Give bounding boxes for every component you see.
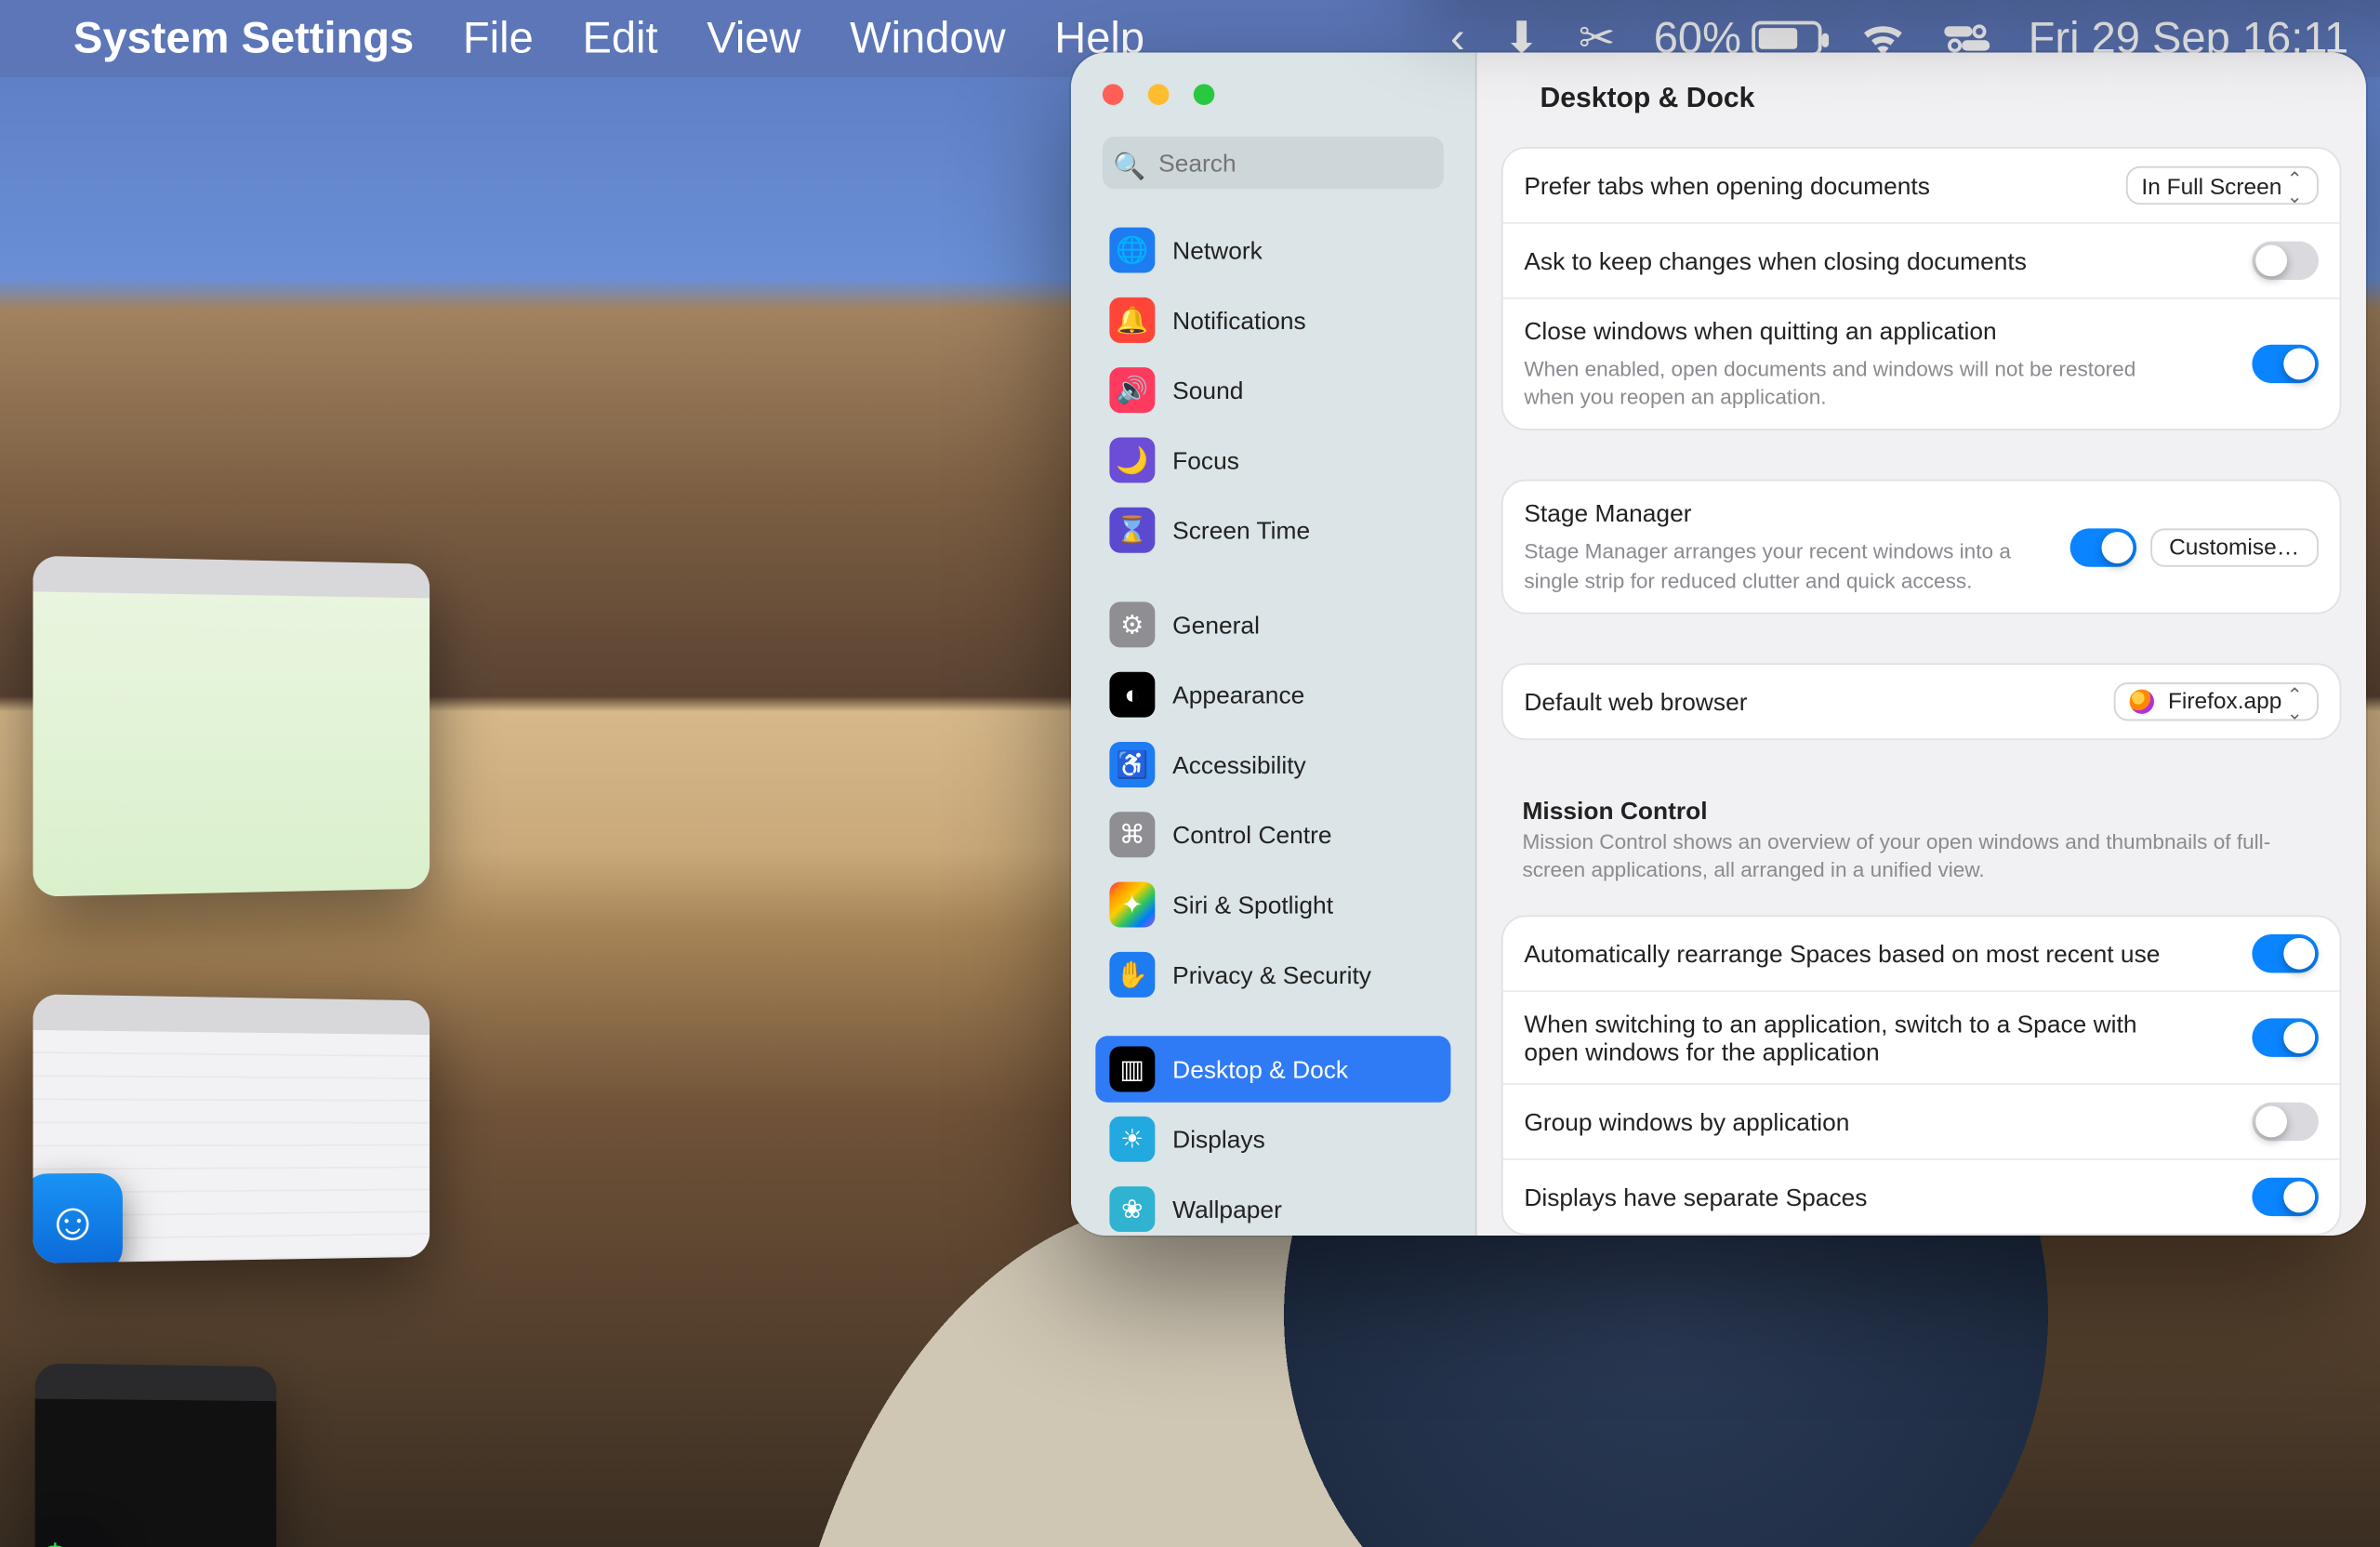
- sidebar-item-label: Sound: [1172, 377, 1243, 404]
- prefer-tabs-select[interactable]: In Full Screen ⌃⌄: [2126, 166, 2319, 205]
- screen-time-icon: ⌛: [1109, 508, 1155, 553]
- wallpaper-icon: ❀: [1109, 1186, 1155, 1232]
- close-button[interactable]: [1103, 84, 1124, 105]
- ask-keep-toggle[interactable]: [2253, 242, 2320, 280]
- stage-manager-sub: Stage Manager arranges your recent windo…: [1525, 538, 2035, 595]
- stage-thumb[interactable]: $_: [35, 1363, 277, 1547]
- status-wifi-icon[interactable]: [1860, 21, 1906, 57]
- network-icon: 🌐: [1109, 228, 1155, 273]
- sidebar-item-wallpaper[interactable]: ❀ Wallpaper: [1095, 1176, 1450, 1236]
- chevron-updown-icon: ⌃⌄: [2287, 171, 2303, 206]
- stage-manager-label: Stage Manager: [1525, 499, 2035, 527]
- sidebar-item-label: Control Centre: [1172, 821, 1331, 849]
- separate-spaces-toggle[interactable]: [2253, 1178, 2320, 1216]
- close-quit-label: Close windows when quitting an applicati…: [1525, 317, 2189, 345]
- default-browser-select[interactable]: Firefox.app ⌃⌄: [2114, 682, 2319, 721]
- sidebar-item-label: Wallpaper: [1172, 1196, 1282, 1223]
- sidebar-item-label: Siri & Spotlight: [1172, 891, 1333, 919]
- sidebar-item-screen-time[interactable]: ⌛ Screen Time: [1095, 497, 1450, 564]
- sidebar-item-label: Accessibility: [1172, 751, 1306, 779]
- chevron-updown-icon: ⌃⌄: [2287, 687, 2303, 722]
- settings-window: 🔍 🌐 Network 🔔 Notifications 🔊 Sound 🌙 Focus ⌛ Scr…: [1071, 52, 2366, 1235]
- sidebar-list[interactable]: 🌐 Network 🔔 Notifications 🔊 Sound 🌙 Focus ⌛ Scree…: [1071, 206, 1475, 1236]
- displays-icon: ☀: [1109, 1117, 1155, 1162]
- finder-icon: ☺: [33, 1173, 122, 1263]
- sound-icon: 🔊: [1109, 367, 1155, 413]
- battery-icon: [1752, 21, 1821, 57]
- sidebar-item-network[interactable]: 🌐 Network: [1095, 217, 1450, 284]
- auto-rearrange-toggle[interactable]: [2253, 934, 2320, 972]
- notifications-icon: 🔔: [1109, 298, 1155, 343]
- stage-manager-customise-button[interactable]: Customise…: [2150, 528, 2320, 566]
- siri-spotlight-icon: ✦: [1109, 882, 1155, 928]
- status-control-centre-icon[interactable]: [1944, 22, 1990, 54]
- minimize-button[interactable]: [1148, 84, 1170, 105]
- group-windows-label: Group windows by application: [1525, 1108, 1850, 1136]
- firefox-icon: [2130, 689, 2154, 713]
- page-title: Desktop & Dock: [1477, 52, 2366, 147]
- sidebar-item-label: Displays: [1172, 1125, 1265, 1153]
- sidebar-item-label: Appearance: [1172, 681, 1304, 708]
- search-icon: 🔍: [1113, 151, 1145, 182]
- menubar-app-name[interactable]: System Settings: [73, 13, 414, 64]
- window-traffic-lights: [1103, 84, 1214, 105]
- auto-rearrange-label: Automatically rearrange Spaces based on …: [1525, 940, 2161, 968]
- menu-window[interactable]: Window: [850, 13, 1005, 64]
- group-windows-toggle[interactable]: [2253, 1103, 2320, 1141]
- mission-control-sub: Mission Control shows an overview of you…: [1501, 827, 2342, 898]
- sidebar-item-label: Desktop & Dock: [1172, 1055, 1348, 1083]
- control-centre-icon: ⌘: [1109, 812, 1155, 857]
- stage-manager-strip: ☺ $_: [35, 560, 438, 1547]
- menu-edit[interactable]: Edit: [582, 13, 657, 64]
- mission-control-heading: Mission Control: [1501, 788, 2342, 826]
- prefer-tabs-label: Prefer tabs when opening documents: [1525, 171, 1931, 199]
- sidebar-item-appearance[interactable]: ◐ Appearance: [1095, 662, 1450, 729]
- menu-file[interactable]: File: [463, 13, 534, 64]
- search-input[interactable]: [1103, 137, 1444, 189]
- sidebar-item-privacy-security[interactable]: ✋ Privacy & Security: [1095, 942, 1450, 1009]
- stage-thumb[interactable]: ☺: [33, 994, 430, 1263]
- switch-space-toggle[interactable]: [2253, 1019, 2320, 1057]
- sidebar-item-label: Network: [1172, 236, 1263, 264]
- general-icon: ⚙: [1109, 602, 1155, 648]
- menu-view[interactable]: View: [707, 13, 800, 64]
- sidebar-item-label: General: [1172, 611, 1260, 639]
- stage-thumb[interactable]: [33, 556, 430, 897]
- close-quit-sub: When enabled, open documents and windows…: [1525, 355, 2189, 412]
- sidebar-item-sound[interactable]: 🔊 Sound: [1095, 357, 1450, 424]
- default-browser-label: Default web browser: [1525, 687, 1748, 715]
- ask-keep-label: Ask to keep changes when closing documen…: [1525, 246, 2028, 274]
- sidebar-item-siri-spotlight[interactable]: ✦ Siri & Spotlight: [1095, 871, 1450, 938]
- sidebar-item-desktop-dock[interactable]: ▥ Desktop & Dock: [1095, 1036, 1450, 1103]
- zoom-button[interactable]: [1194, 84, 1215, 105]
- sidebar-item-general[interactable]: ⚙ General: [1095, 591, 1450, 658]
- separate-spaces-label: Displays have separate Spaces: [1525, 1183, 1868, 1211]
- switch-space-label: When switching to an application, switch…: [1525, 1010, 2189, 1065]
- sidebar-item-label: Focus: [1172, 446, 1239, 474]
- sidebar-item-label: Privacy & Security: [1172, 960, 1371, 988]
- accessibility-icon: ♿: [1109, 742, 1155, 787]
- desktop-dock-icon: ▥: [1109, 1047, 1155, 1092]
- settings-content: Desktop & Dock Prefer tabs when opening …: [1477, 52, 2366, 1235]
- settings-sidebar: 🔍 🌐 Network 🔔 Notifications 🔊 Sound 🌙 Focus ⌛ Scr…: [1071, 52, 1477, 1235]
- sidebar-item-label: Screen Time: [1172, 516, 1310, 544]
- stage-manager-toggle[interactable]: [2069, 528, 2136, 566]
- close-quit-toggle[interactable]: [2253, 345, 2320, 383]
- focus-icon: 🌙: [1109, 438, 1155, 483]
- privacy-security-icon: ✋: [1109, 952, 1155, 998]
- sidebar-item-focus[interactable]: 🌙 Focus: [1095, 427, 1450, 494]
- sidebar-item-label: Notifications: [1172, 306, 1306, 334]
- sidebar-item-accessibility[interactable]: ♿ Accessibility: [1095, 732, 1450, 799]
- sidebar-item-control-centre[interactable]: ⌘ Control Centre: [1095, 801, 1450, 868]
- appearance-icon: ◐: [1109, 672, 1155, 718]
- sidebar-item-notifications[interactable]: 🔔 Notifications: [1095, 287, 1450, 354]
- terminal-icon: $_: [35, 1519, 110, 1547]
- sidebar-item-displays[interactable]: ☀ Displays: [1095, 1106, 1450, 1173]
